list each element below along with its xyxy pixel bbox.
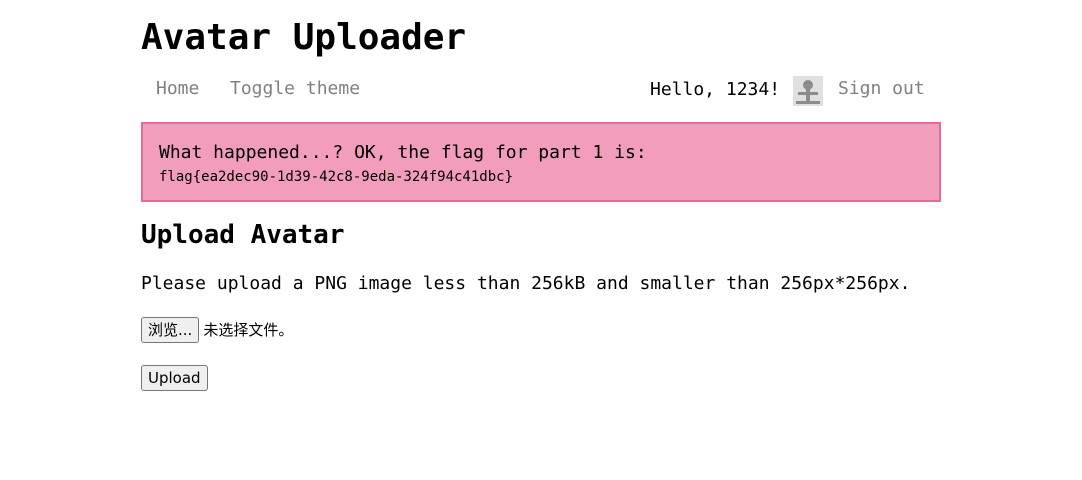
user-greeting: Hello, 1234! — [650, 79, 781, 100]
file-input[interactable]: 浏览... 未选择文件。 — [141, 317, 293, 345]
nav-home-link[interactable]: Home — [156, 78, 199, 100]
upload-instructions: Please upload a PNG image less than 256k… — [141, 273, 911, 294]
file-status-text: 未选择文件。 — [203, 321, 294, 339]
flag-message: What happened...? OK, the flag for part … — [159, 142, 647, 163]
flag-value: flag{ea2dec90-1d39-42c8-9eda-324f94c41db… — [159, 169, 514, 185]
flag-alert: What happened...? OK, the flag for part … — [141, 122, 941, 202]
user-avatar-icon — [793, 76, 823, 106]
nav-toggle-theme-link[interactable]: Toggle theme — [230, 78, 360, 100]
navbar: Home Toggle theme Hello, 1234! Sign out — [141, 74, 941, 108]
nav-sign-out-link[interactable]: Sign out — [838, 78, 925, 100]
site-title: Avatar Uploader — [141, 17, 467, 58]
upload-form-actions: Upload — [141, 365, 208, 391]
browse-button[interactable]: 浏览... — [141, 317, 200, 343]
upload-heading: Upload Avatar — [141, 220, 345, 250]
upload-button[interactable]: Upload — [141, 365, 208, 391]
